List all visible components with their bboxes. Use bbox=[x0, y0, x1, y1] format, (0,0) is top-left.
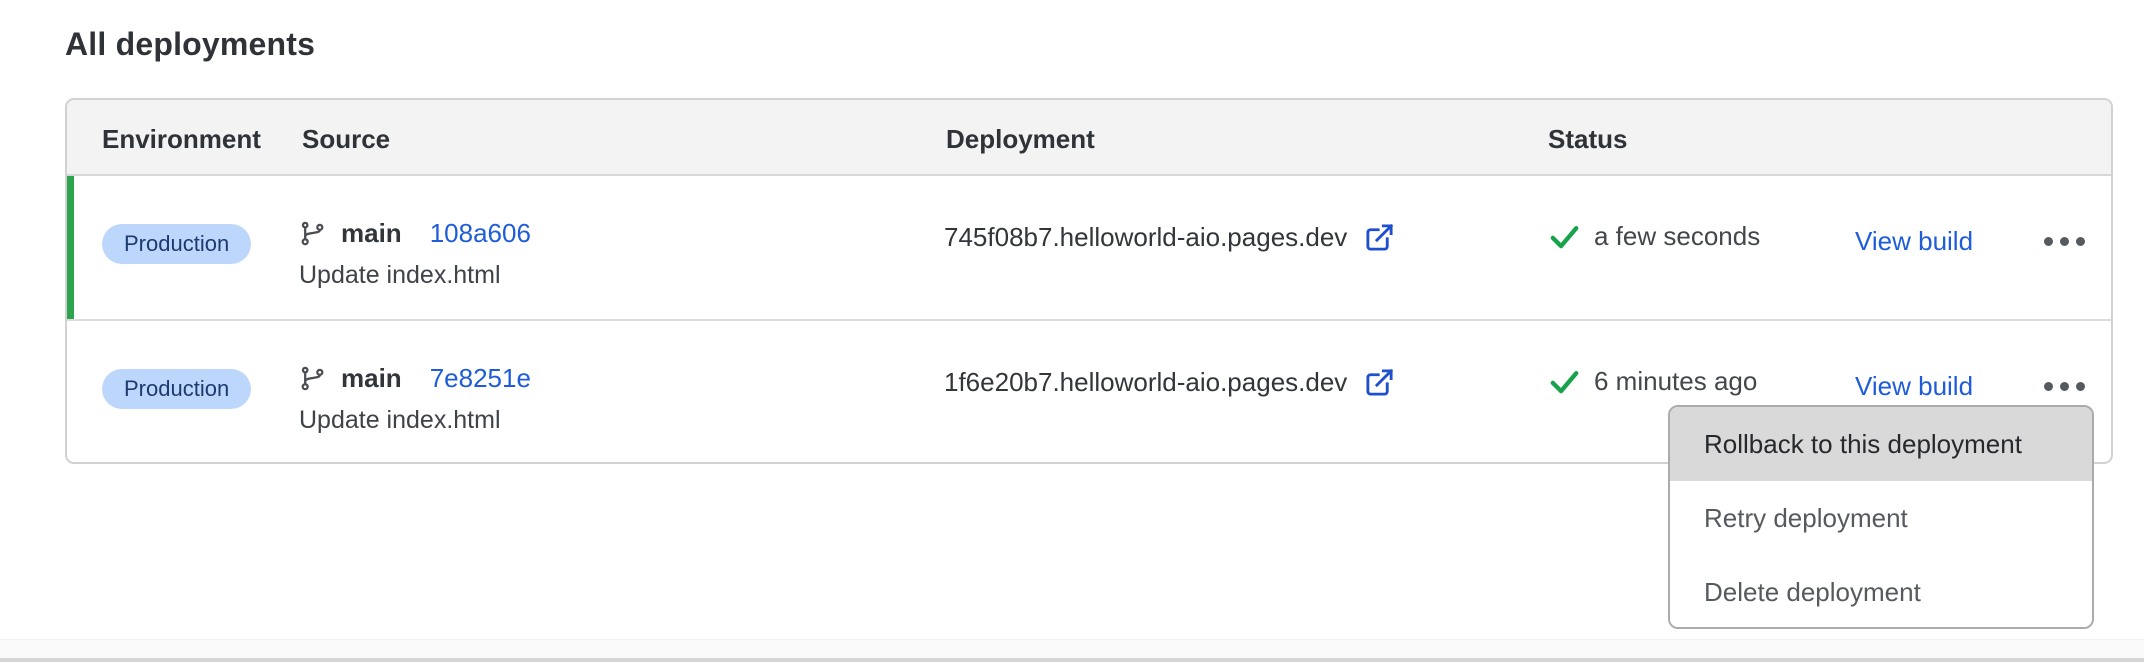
environment-badge: Production bbox=[102, 224, 251, 264]
check-icon bbox=[1548, 220, 1581, 253]
view-build-link[interactable]: View build bbox=[1855, 371, 1973, 402]
column-header-status: Status bbox=[1548, 124, 1627, 155]
commit-link[interactable]: 108a606 bbox=[430, 218, 531, 249]
commit-message: Update index.html bbox=[299, 406, 531, 435]
ellipsis-icon bbox=[2044, 382, 2053, 391]
environment-cell: Production bbox=[102, 224, 251, 264]
row-actions-menu: Rollback to this deployment Retry deploy… bbox=[1668, 405, 2094, 629]
external-link-icon[interactable] bbox=[1364, 367, 1395, 398]
source-cell: main 7e8251e Update index.html bbox=[299, 363, 531, 435]
status-cell: a few seconds bbox=[1548, 220, 1760, 253]
menu-item-rollback[interactable]: Rollback to this deployment bbox=[1670, 407, 2092, 481]
branch-name: main bbox=[341, 218, 402, 249]
branch-name: main bbox=[341, 363, 402, 394]
table-row: Production main 108a606 Update index.htm… bbox=[67, 176, 2111, 319]
deployment-cell: 745f08b7.helloworld-aio.pages.dev bbox=[944, 222, 1395, 253]
current-deployment-indicator bbox=[67, 176, 74, 319]
column-header-source: Source bbox=[302, 124, 390, 155]
view-build-link[interactable]: View build bbox=[1855, 226, 1973, 257]
commit-link[interactable]: 7e8251e bbox=[430, 363, 531, 394]
source-cell: main 108a606 Update index.html bbox=[299, 218, 531, 290]
row-actions-button[interactable] bbox=[2025, 216, 2103, 266]
table-header-row: Environment Source Deployment Status bbox=[67, 100, 2111, 176]
check-icon bbox=[1548, 365, 1581, 398]
menu-item-retry[interactable]: Retry deployment bbox=[1670, 481, 2092, 555]
menu-item-delete[interactable]: Delete deployment bbox=[1670, 555, 2092, 629]
external-link-icon[interactable] bbox=[1364, 222, 1395, 253]
status-time: 6 minutes ago bbox=[1594, 366, 1757, 397]
status-cell: 6 minutes ago bbox=[1548, 365, 1757, 398]
page-title: All deployments bbox=[65, 26, 315, 63]
page-bottom-divider bbox=[0, 639, 2144, 662]
status-time: a few seconds bbox=[1594, 221, 1760, 252]
environment-badge: Production bbox=[102, 369, 251, 409]
commit-message: Update index.html bbox=[299, 261, 531, 290]
column-header-deployment: Deployment bbox=[946, 124, 1095, 155]
deployment-cell: 1f6e20b7.helloworld-aio.pages.dev bbox=[944, 367, 1395, 398]
row-actions-button[interactable] bbox=[2025, 361, 2103, 411]
deployment-url: 1f6e20b7.helloworld-aio.pages.dev bbox=[944, 367, 1347, 398]
ellipsis-icon bbox=[2044, 237, 2053, 246]
column-header-environment: Environment bbox=[102, 124, 261, 155]
git-branch-icon bbox=[299, 220, 326, 247]
deployment-url: 745f08b7.helloworld-aio.pages.dev bbox=[944, 222, 1347, 253]
git-branch-icon bbox=[299, 365, 326, 392]
environment-cell: Production bbox=[102, 369, 251, 409]
